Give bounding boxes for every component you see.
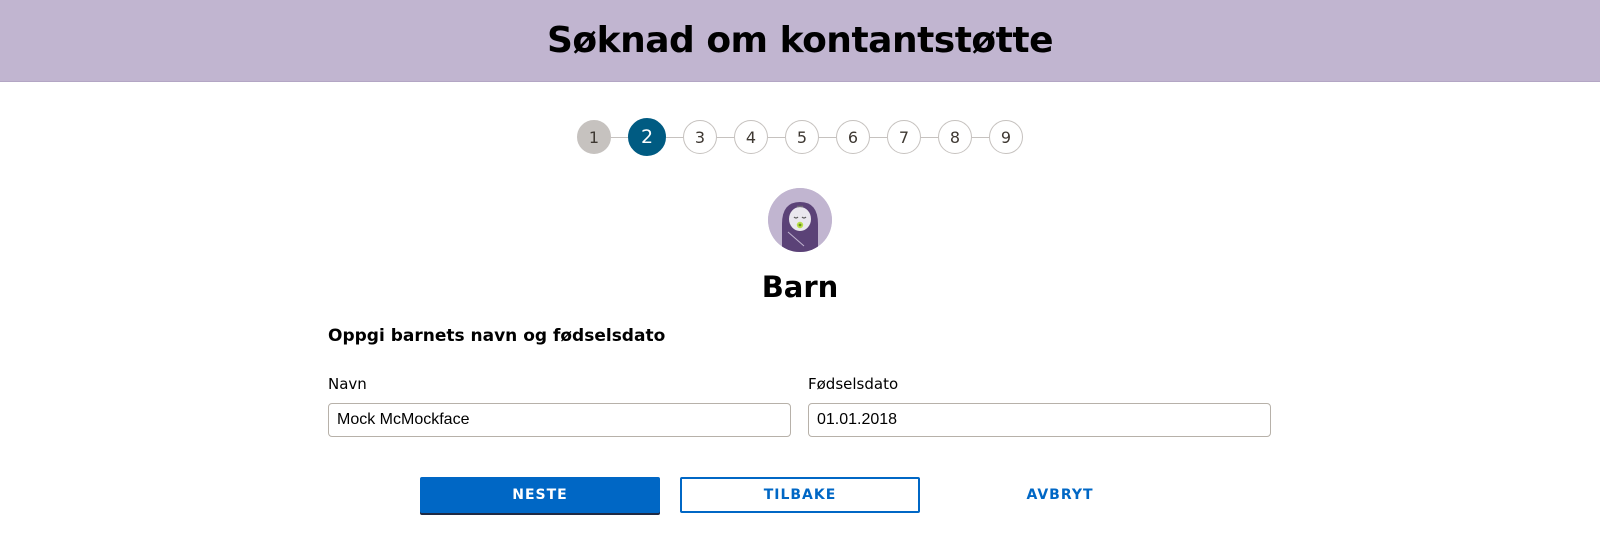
- name-input[interactable]: [328, 403, 791, 437]
- name-label: Navn: [328, 375, 367, 393]
- back-button[interactable]: TILBAKE: [680, 477, 920, 513]
- step-2: 2: [628, 118, 666, 156]
- step-4: 4: [734, 120, 768, 154]
- step-connector: [870, 136, 887, 138]
- birthdate-input[interactable]: [808, 403, 1271, 437]
- step-6: 6: [836, 120, 870, 154]
- step-3: 3: [683, 120, 717, 154]
- step-9: 9: [989, 120, 1023, 154]
- step-connector: [972, 136, 989, 138]
- page-title: Søknad om kontantstøtte: [547, 20, 1053, 61]
- birthdate-label: Fødselsdato: [808, 375, 899, 393]
- step-1[interactable]: 1: [577, 120, 611, 154]
- step-5: 5: [785, 120, 819, 154]
- page-header: Søknad om kontantstøtte: [0, 0, 1600, 82]
- step-8: 8: [938, 120, 972, 154]
- step-connector: [921, 136, 938, 138]
- baby-icon: [768, 188, 832, 252]
- step-connector: [611, 136, 628, 138]
- step-connector: [666, 136, 683, 138]
- cancel-button[interactable]: AVBRYT: [940, 477, 1180, 513]
- stepper-steps: 123456789: [577, 118, 1023, 156]
- step-connector: [768, 136, 785, 138]
- form-question: Oppgi barnets navn og fødselsdato: [328, 326, 666, 346]
- step-7: 7: [887, 120, 921, 154]
- section-title: Barn: [761, 270, 839, 304]
- next-button[interactable]: NESTE: [420, 477, 660, 513]
- step-connector: [819, 136, 836, 138]
- step-connector: [717, 136, 734, 138]
- progress-stepper: 123456789: [0, 118, 1600, 156]
